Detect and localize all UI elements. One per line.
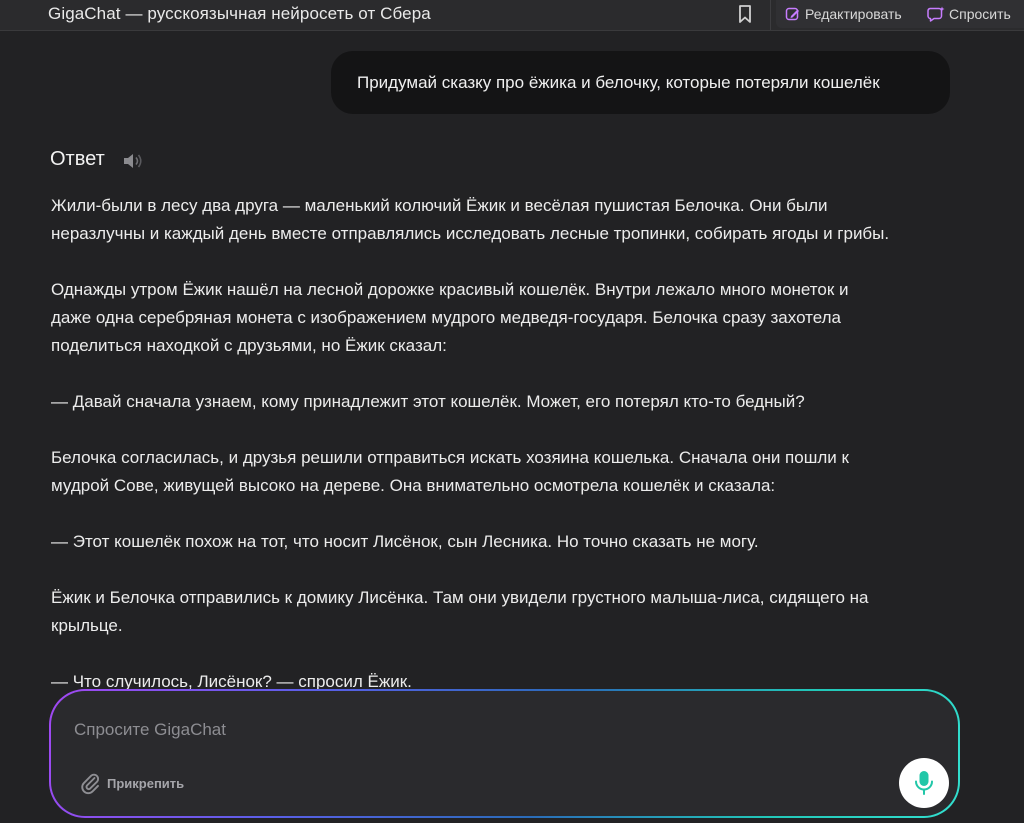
answer-body: Жили-были в лесу два друга — маленький к… [51,192,951,696]
bookmark-icon[interactable] [736,4,754,24]
page-title: GigaChat — русскоязычная нейросеть от Сб… [48,4,431,23]
speaker-icon[interactable] [122,152,144,170]
answer-paragraph: Однажды утром Ёжик нашёл на лесной дорож… [51,280,849,355]
edit-icon [785,7,799,21]
microphone-icon [915,771,933,795]
answer-paragraph: — Давай сначала узнаем, кому принадлежит… [51,392,805,411]
composer-box: Прикрепить [51,691,958,816]
top-bar: GigaChat — русскоязычная нейросеть от Сб… [0,0,1024,31]
attach-label: Прикрепить [107,775,185,791]
edit-button[interactable]: Редактировать [785,3,902,25]
message-input[interactable] [72,719,776,741]
answer-heading: Ответ [50,148,105,170]
toolbar-divider [770,0,771,30]
ask-label: Спросить [949,6,1011,22]
ask-button[interactable]: Спросить [927,3,1011,25]
edit-label: Редактировать [805,6,902,22]
attach-button[interactable]: Прикрепить [79,771,184,795]
answer-paragraph: Ёжик и Белочка отправились к домику Лисё… [51,588,869,635]
answer-paragraph: — Этот кошелёк похож на тот, что носит Л… [51,532,759,551]
user-message-text: Придумай сказку про ёжика и белочку, кот… [357,73,880,92]
answer-paragraph: Жили-были в лесу два друга — маленький к… [51,196,890,243]
voice-input-button[interactable] [899,758,949,808]
paperclip-icon [81,773,100,795]
composer: Прикрепить [49,689,960,818]
answer-paragraph: Белочка согласилась, и друзья решили отп… [51,448,849,495]
ask-icon [927,6,945,22]
